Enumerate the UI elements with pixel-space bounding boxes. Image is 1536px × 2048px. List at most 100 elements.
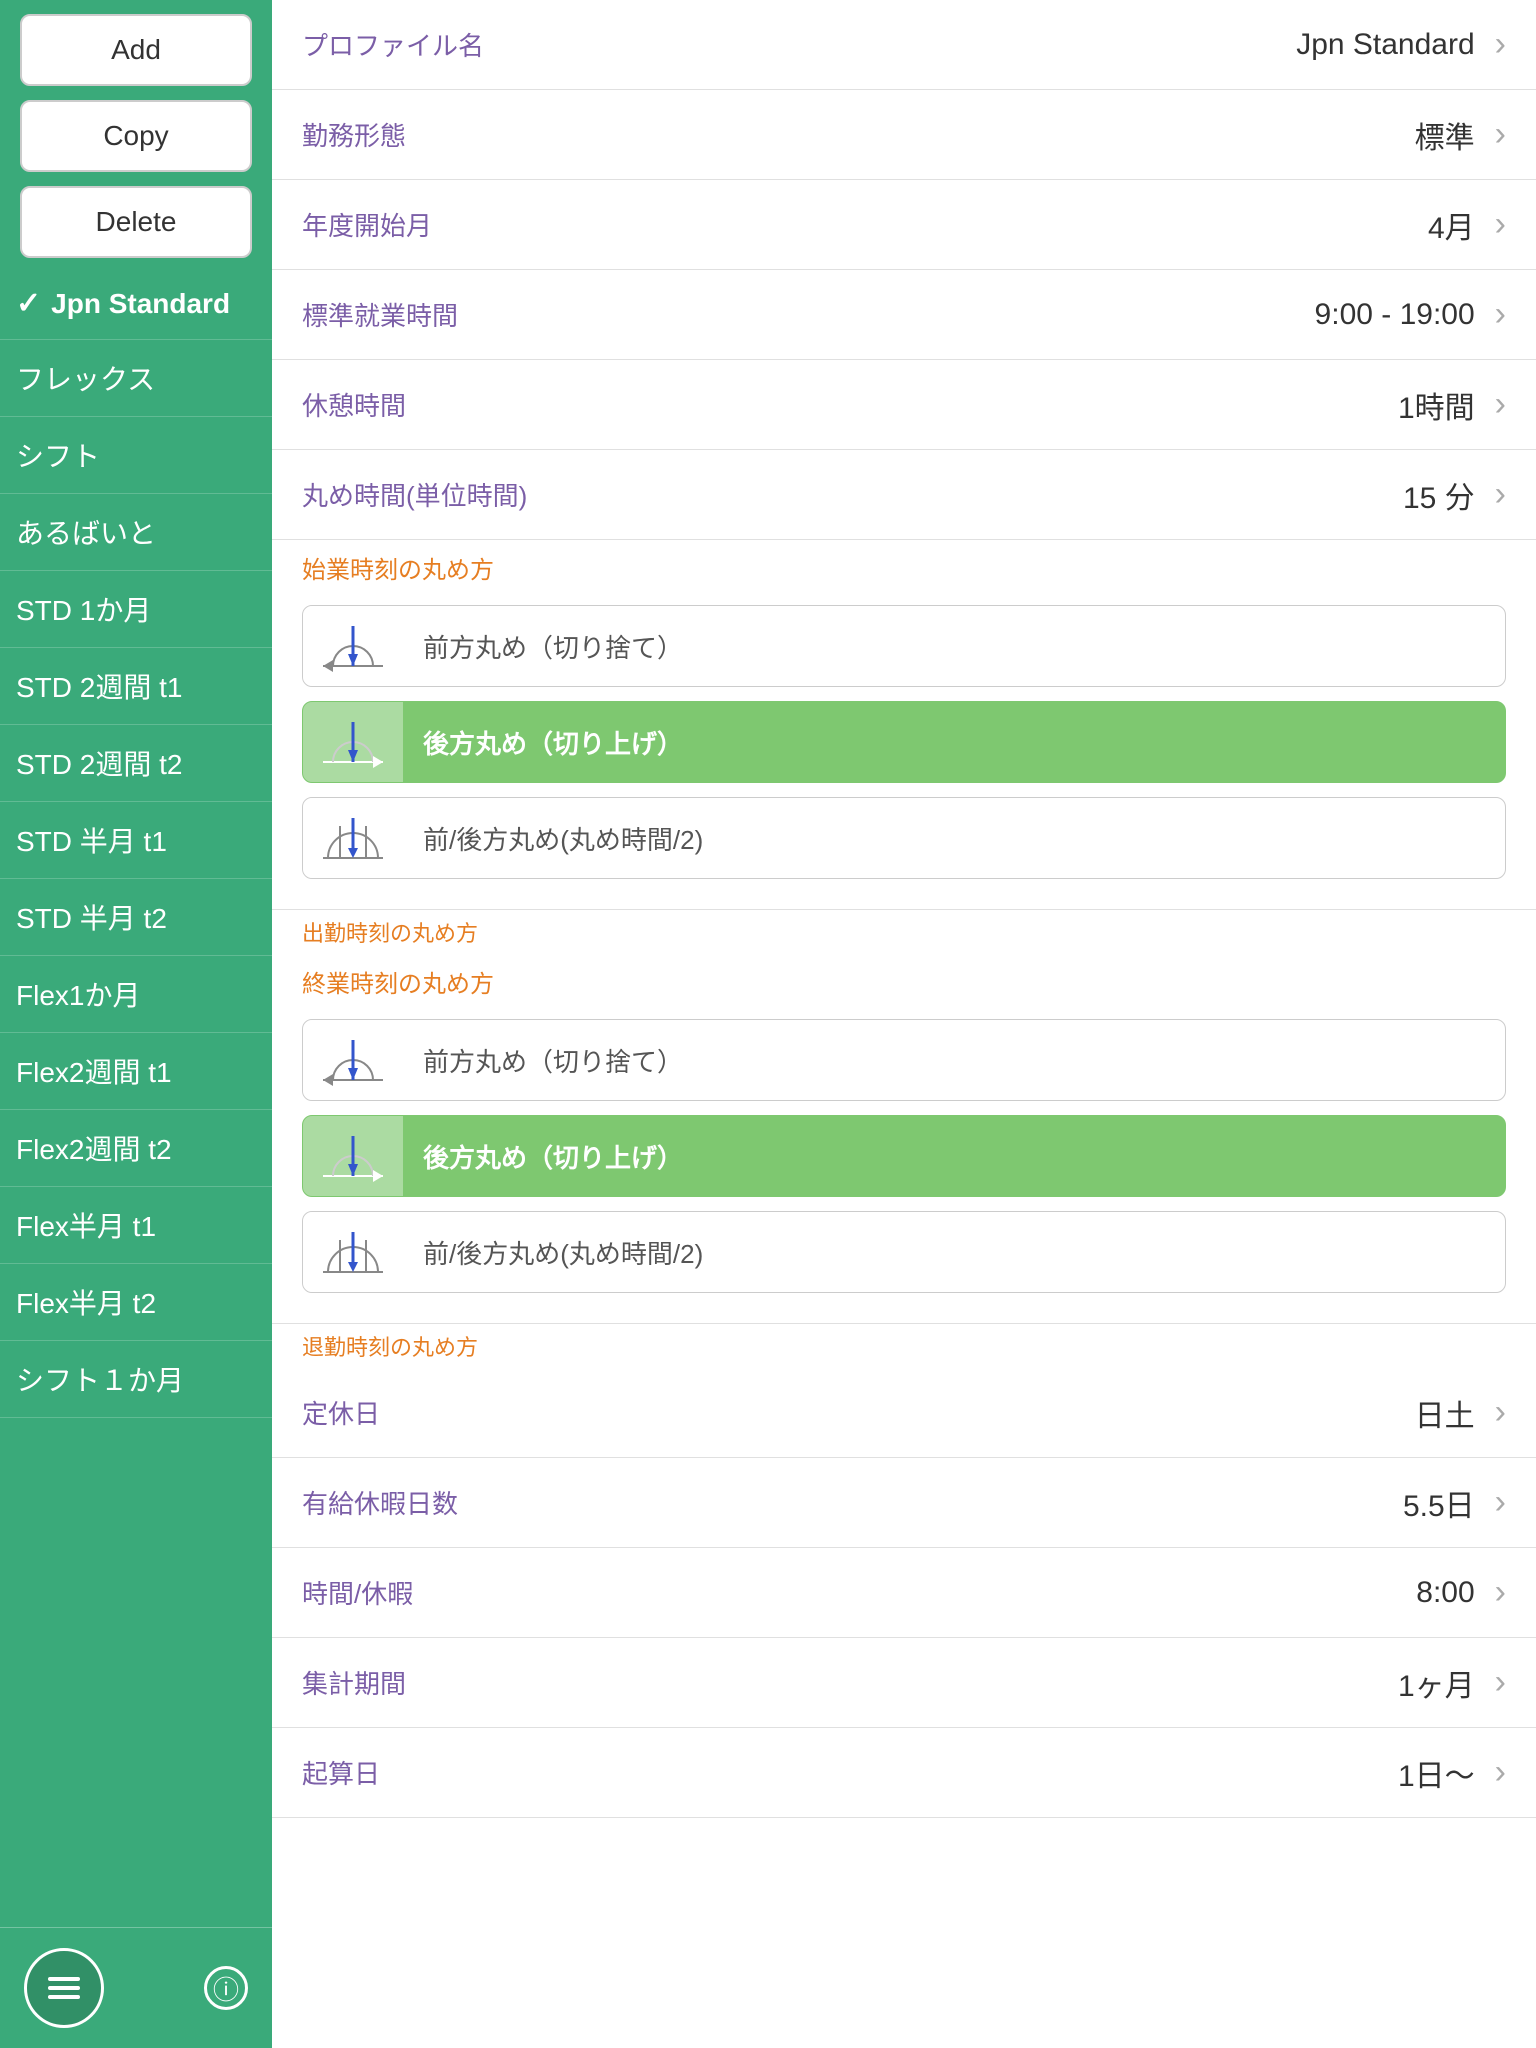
sidebar-item-label: Flex1か月 <box>16 974 140 1014</box>
sidebar-item-label: STD 2週間 t2 <box>16 743 182 783</box>
rounding-unit-value: 15 分 <box>1403 473 1475 517</box>
sidebar-item-label: あるばいと <box>16 512 156 552</box>
start-date-label: 起算日 <box>302 1732 1398 1813</box>
fixed-holiday-label: 定休日 <box>302 1372 1415 1453</box>
sidebar-item-label: Jpn Standard <box>51 288 230 320</box>
copy-button[interactable]: Copy <box>20 100 252 172</box>
work-hours-label: 標準就業時間 <box>302 274 1315 355</box>
profile-list: ✓ Jpn Standard フレックスシフトあるばいと STD 1か月 STD 2週間… <box>0 268 272 1927</box>
start-rounding-backward[interactable]: 後方丸め（切り上げ） <box>302 701 1506 783</box>
work-type-label: 勤務形態 <box>302 94 1415 175</box>
sidebar-item-label: STD 半月 t2 <box>16 897 167 937</box>
start-rounding-forward[interactable]: 前方丸め（切り捨て） <box>302 605 1506 687</box>
menu-button[interactable] <box>24 1948 104 2028</box>
main-content: プロファイル名 Jpn Standard › 勤務形態 標準 › 年度開始月 4… <box>272 0 1536 2048</box>
end-rounding-both[interactable]: 前/後方丸め(丸め時間/2) <box>302 1211 1506 1293</box>
work-hours-value: 9:00 - 19:00 <box>1315 298 1475 332</box>
sidebar-item-std2week-t2[interactable]: STD 2週間 t2 <box>0 725 272 802</box>
aggregate-period-row[interactable]: 集計期間 1ヶ月 › <box>272 1638 1536 1728</box>
sidebar-item-label: STD 半月 t1 <box>16 820 167 860</box>
leave-rounding-label: 退勤時刻の丸め方 <box>272 1324 1536 1368</box>
sidebar-item-std1month[interactable]: STD 1か月 <box>0 571 272 648</box>
fiscal-start-label: 年度開始月 <box>302 184 1428 265</box>
sidebar-item-shift[interactable]: シフト <box>0 417 272 494</box>
sidebar-item-flex-halfmonth-t1[interactable]: Flex半月 t1 <box>0 1187 272 1264</box>
hourly-leave-value: 8:00 <box>1416 1576 1474 1610</box>
fixed-holiday-value: 日土 <box>1415 1391 1475 1435</box>
end-rounding-forward[interactable]: 前方丸め（切り捨て） <box>302 1019 1506 1101</box>
profile-name-chevron: › <box>1495 25 1506 64</box>
sidebar-item-label: シフト <box>16 435 100 475</box>
hourly-leave-label: 時間/休暇 <box>302 1552 1416 1633</box>
sidebar-item-label: フレックス <box>16 358 155 398</box>
start-rounding-section-label: 始業時刻の丸め方 <box>272 540 1536 589</box>
paid-leave-value: 5.5日 <box>1403 1481 1475 1525</box>
end-rounding-forward-label: 前方丸め（切り捨て） <box>403 1042 1505 1079</box>
sidebar-item-std-halfmonth-t2[interactable]: STD 半月 t2 <box>0 879 272 956</box>
sidebar-footer: ⓘ <box>0 1927 272 2048</box>
sidebar-item-shift1month[interactable]: シフト１か月 <box>0 1341 272 1418</box>
info-button[interactable]: ⓘ <box>204 1966 248 2010</box>
paid-leave-label: 有給休暇日数 <box>302 1462 1403 1543</box>
profile-name-row[interactable]: プロファイル名 Jpn Standard › <box>272 0 1536 90</box>
start-rounding-backward-label: 後方丸め（切り上げ） <box>403 724 1505 761</box>
add-button[interactable]: Add <box>20 14 252 86</box>
start-date-row[interactable]: 起算日 1日〜 › <box>272 1728 1536 1818</box>
end-backward-selected-icon <box>303 1116 403 1196</box>
paid-leave-chevron: › <box>1495 1483 1506 1522</box>
end-rounding-both-label: 前/後方丸め(丸め時間/2) <box>403 1234 1505 1271</box>
sidebar-item-label: STD 2週間 t1 <box>16 666 182 706</box>
checkmark-icon: ✓ <box>16 286 41 321</box>
sidebar-item-flex1month[interactable]: Flex1か月 <box>0 956 272 1033</box>
sidebar-item-arubaito[interactable]: あるばいと <box>0 494 272 571</box>
hourly-leave-chevron: › <box>1495 1573 1506 1612</box>
end-rounding-backward[interactable]: 後方丸め（切り上げ） <box>302 1115 1506 1197</box>
sidebar-item-label: Flex半月 t1 <box>16 1205 156 1245</box>
sidebar-item-flex[interactable]: フレックス <box>0 340 272 417</box>
sidebar: Add Copy Delete ✓ Jpn Standard フレックスシフトあるば… <box>0 0 272 2048</box>
end-forward-icon <box>303 1020 403 1100</box>
break-time-row[interactable]: 休憩時間 1時間 › <box>272 360 1536 450</box>
aggregate-period-label: 集計期間 <box>302 1642 1398 1723</box>
profile-name-value: Jpn Standard <box>1296 28 1474 62</box>
fixed-holiday-row[interactable]: 定休日 日土 › <box>272 1368 1536 1458</box>
end-rounding-group: 前方丸め（切り捨て） 後方丸め（切り上げ） <box>272 1003 1536 1324</box>
hourly-leave-row[interactable]: 時間/休暇 8:00 › <box>272 1548 1536 1638</box>
forward-icon <box>303 606 403 686</box>
sidebar-item-label: Flex2週間 t1 <box>16 1051 172 1091</box>
break-time-label: 休憩時間 <box>302 364 1398 445</box>
paid-leave-row[interactable]: 有給休暇日数 5.5日 › <box>272 1458 1536 1548</box>
work-type-value: 標準 <box>1415 113 1475 157</box>
depart-rounding-label: 出勤時刻の丸め方 <box>272 910 1536 954</box>
work-type-chevron: › <box>1495 115 1506 154</box>
start-rounding-both-label: 前/後方丸め(丸め時間/2) <box>403 820 1505 857</box>
break-time-value: 1時間 <box>1398 383 1475 427</box>
work-type-row[interactable]: 勤務形態 標準 › <box>272 90 1536 180</box>
both-icon <box>303 798 403 878</box>
end-rounding-section-label: 終業時刻の丸め方 <box>272 954 1536 1003</box>
delete-button[interactable]: Delete <box>20 186 252 258</box>
sidebar-item-std2week-t1[interactable]: STD 2週間 t1 <box>0 648 272 725</box>
sidebar-item-label: Flex2週間 t2 <box>16 1128 172 1168</box>
aggregate-period-chevron: › <box>1495 1663 1506 1702</box>
rounding-unit-row[interactable]: 丸め時間(単位時間) 15 分 › <box>272 450 1536 540</box>
sidebar-item-label: STD 1か月 <box>16 589 151 629</box>
backward-selected-icon <box>303 702 403 782</box>
profile-name-label: プロファイル名 <box>302 4 1296 85</box>
rounding-unit-label: 丸め時間(単位時間) <box>302 454 1403 535</box>
start-rounding-forward-label: 前方丸め（切り捨て） <box>403 628 1505 665</box>
sidebar-item-jpn-standard[interactable]: ✓ Jpn Standard <box>0 268 272 340</box>
sidebar-item-std-halfmonth-t1[interactable]: STD 半月 t1 <box>0 802 272 879</box>
fiscal-start-row[interactable]: 年度開始月 4月 › <box>272 180 1536 270</box>
start-rounding-both[interactable]: 前/後方丸め(丸め時間/2) <box>302 797 1506 879</box>
sidebar-item-flex2week-t2[interactable]: Flex2週間 t2 <box>0 1110 272 1187</box>
break-time-chevron: › <box>1495 385 1506 424</box>
sidebar-item-label: シフト１か月 <box>16 1359 184 1399</box>
fiscal-start-value: 4月 <box>1428 203 1475 247</box>
sidebar-item-label: Flex半月 t2 <box>16 1282 156 1322</box>
work-hours-row[interactable]: 標準就業時間 9:00 - 19:00 › <box>272 270 1536 360</box>
end-both-icon <box>303 1212 403 1292</box>
sidebar-item-flex2week-t1[interactable]: Flex2週間 t1 <box>0 1033 272 1110</box>
start-date-value: 1日〜 <box>1398 1751 1475 1795</box>
sidebar-item-flex-halfmonth-t2[interactable]: Flex半月 t2 <box>0 1264 272 1341</box>
